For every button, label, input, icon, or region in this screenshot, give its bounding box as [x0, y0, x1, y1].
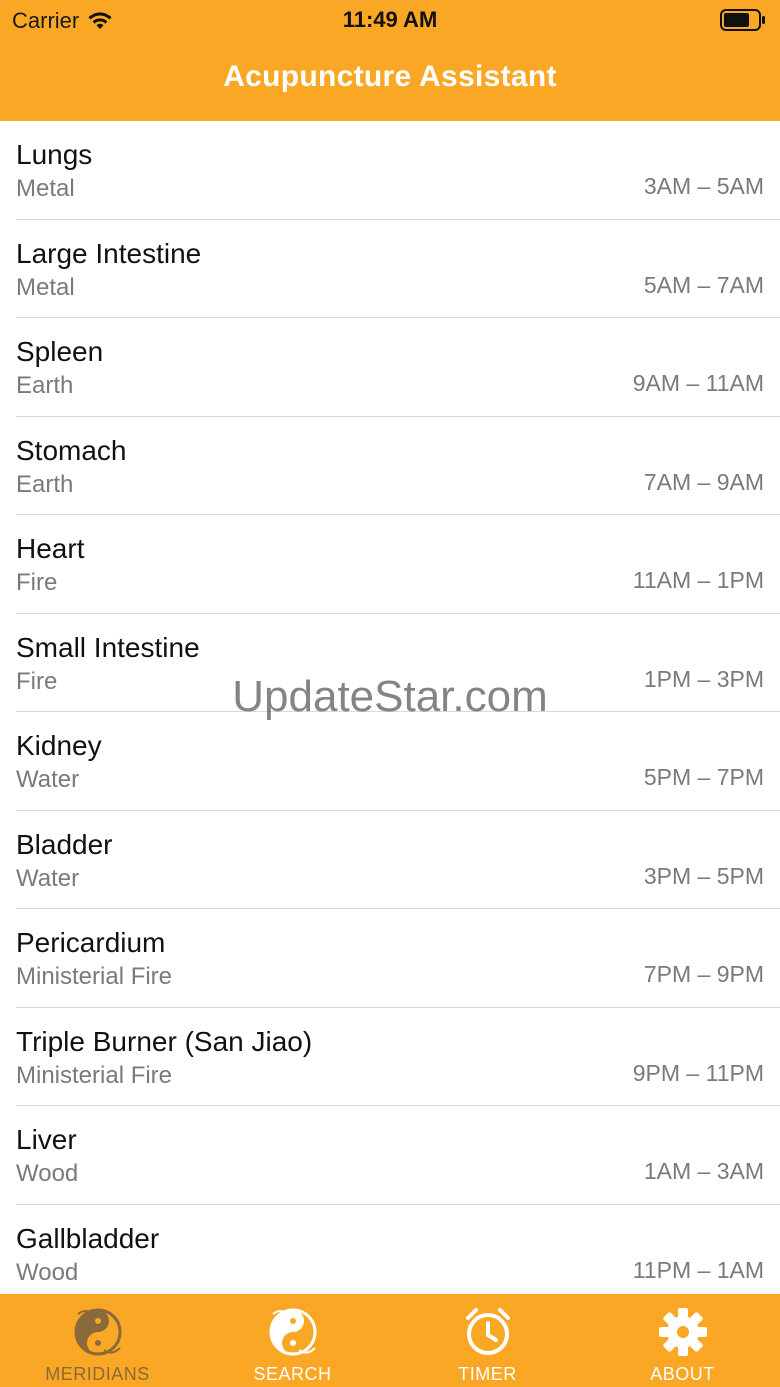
tab-meridians[interactable]: MERIDIANS: [0, 1294, 195, 1387]
meridian-name: Bladder: [16, 828, 113, 860]
battery-icon: [720, 9, 765, 31]
meridian-time: 7AM – 9AM: [643, 468, 764, 495]
meridian-row-pericardium[interactable]: Pericardium Ministerial Fire 7PM – 9PM: [16, 909, 780, 1008]
meridian-row-large-intestine[interactable]: Large Intestine Metal 5AM – 7AM: [16, 220, 780, 318]
meridian-row-liver[interactable]: Liver Wood 1AM – 3AM: [16, 1106, 780, 1205]
meridian-element: Fire: [16, 569, 58, 596]
meridian-time: 5AM – 7AM: [643, 271, 764, 298]
meridian-element: Ministerial Fire: [16, 1061, 173, 1089]
meridian-element: Ministerial Fire: [16, 963, 173, 990]
meridian-name: Large Intestine: [16, 237, 202, 269]
page-title: Acupuncture Assistant: [223, 60, 557, 93]
meridian-row-gallbladder[interactable]: Gallbladder Wood 11PM – 1AM: [16, 1205, 780, 1295]
meridian-name: Pericardium: [16, 927, 166, 958]
meridian-element: Earth: [16, 470, 74, 498]
meridian-time: 1PM – 3PM: [643, 665, 764, 692]
alarm-clock-icon: [465, 1308, 510, 1355]
meridian-name: Spleen: [16, 336, 104, 367]
meridian-time: 5PM – 7PM: [643, 764, 764, 790]
meridian-row-spleen[interactable]: Spleen Earth 9AM – 11AM: [16, 318, 780, 417]
meridian-time: 7PM – 9PM: [643, 961, 764, 987]
tab-timer[interactable]: TIMER: [390, 1294, 585, 1387]
gear-icon: [658, 1308, 707, 1356]
meridian-name: Heart: [16, 533, 85, 564]
meridian-element: Earth: [16, 372, 74, 399]
meridian-name: Liver: [16, 1124, 77, 1155]
navigation-header: Carrier 11:49 AM Acupuncture Assistant: [0, 0, 780, 121]
meridian-name: Kidney: [16, 730, 102, 761]
meridian-row-lungs[interactable]: Lungs Metal 3AM – 5AM: [16, 121, 780, 220]
yin-yang-dragon-icon: [269, 1308, 316, 1356]
meridian-element: Metal: [16, 273, 75, 301]
meridian-row-triple-burner[interactable]: Triple Burner (San Jiao) Ministerial Fir…: [16, 1008, 780, 1106]
meridian-element: Wood: [16, 1258, 79, 1286]
meridian-time: 9AM – 11AM: [632, 370, 764, 396]
tab-label: SEARCH: [253, 1364, 332, 1384]
meridian-time: 3AM – 5AM: [643, 173, 764, 199]
meridian-element: Metal: [16, 175, 75, 202]
meridian-name: Stomach: [16, 434, 127, 466]
tab-about[interactable]: ABOUT: [585, 1294, 780, 1387]
meridian-name: Small Intestine: [16, 631, 200, 663]
meridian-time: 9PM – 11PM: [632, 1059, 764, 1086]
meridian-row-stomach[interactable]: Stomach Earth 7AM – 9AM: [16, 417, 780, 515]
yin-yang-dragon-icon: [74, 1308, 121, 1356]
status-time: 11:49 AM: [342, 7, 438, 32]
tab-bar: MERIDIANS SEARCH TIMER ABOUT: [0, 1294, 780, 1387]
meridian-name: Lungs: [16, 139, 93, 170]
meridian-time: 3PM – 5PM: [643, 862, 764, 889]
meridian-time: 11PM – 1AM: [632, 1256, 764, 1283]
meridian-name: Triple Burner (San Jiao): [16, 1025, 313, 1057]
meridian-row-heart[interactable]: Heart Fire 11AM – 1PM: [16, 515, 780, 614]
meridian-element: Fire: [16, 667, 58, 695]
meridian-element: Wood: [16, 1160, 79, 1187]
meridian-row-small-intestine[interactable]: Small Intestine Fire 1PM – 3PM: [16, 614, 780, 712]
meridian-row-bladder[interactable]: Bladder Water 3PM – 5PM: [16, 811, 780, 909]
meridian-row-kidney[interactable]: Kidney Water 5PM – 7PM: [16, 712, 780, 811]
meridian-element: Water: [16, 766, 80, 793]
tab-label: ABOUT: [650, 1364, 715, 1384]
status-bar: Carrier 11:49 AM: [0, 0, 780, 40]
tab-label: TIMER: [458, 1364, 517, 1384]
meridian-time: 11AM – 1PM: [632, 567, 764, 593]
tab-search[interactable]: SEARCH: [195, 1294, 390, 1387]
meridian-name: Gallbladder: [16, 1222, 160, 1254]
meridian-list[interactable]: Lungs Metal 3AM – 5AM Large Intestine Me…: [0, 121, 780, 1294]
tab-label: MERIDIANS: [45, 1364, 150, 1384]
meridian-element: Water: [16, 864, 80, 892]
meridian-time: 1AM – 3AM: [643, 1158, 764, 1184]
